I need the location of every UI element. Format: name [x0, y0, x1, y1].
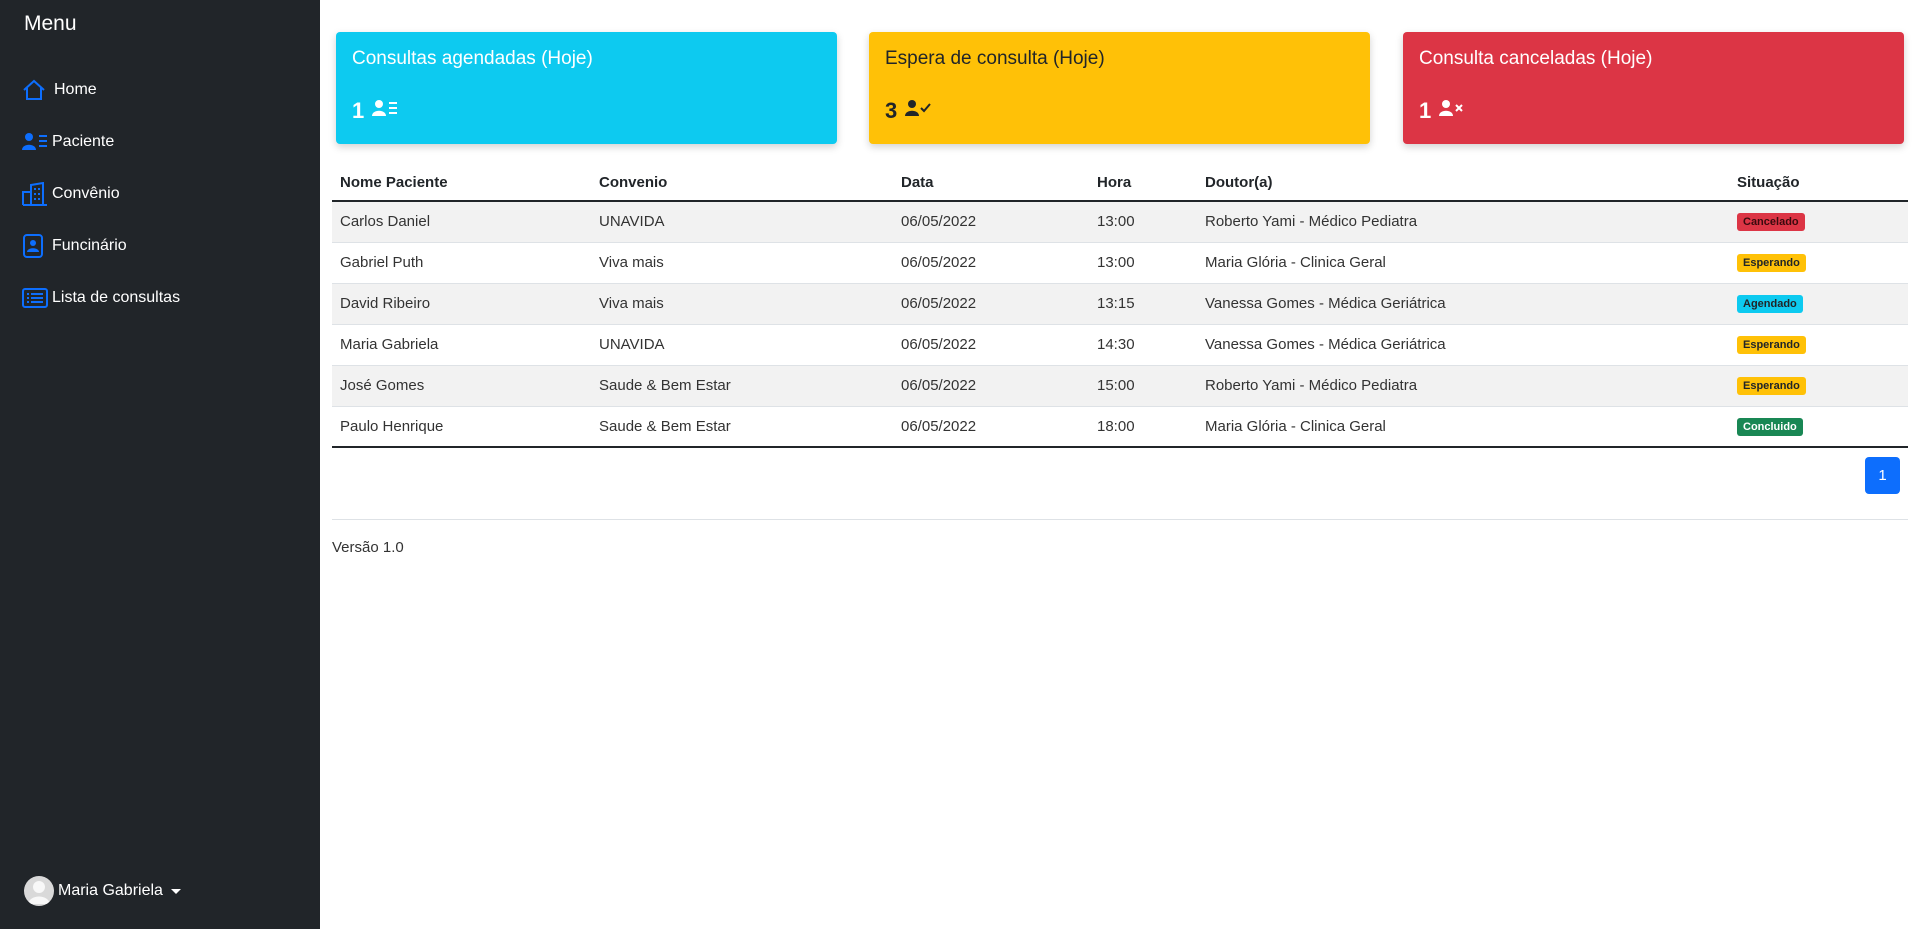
card-count: 3 [885, 98, 898, 123]
table-cell-convenio: Viva mais [591, 242, 893, 284]
status-badge: Esperando [1737, 377, 1806, 395]
table-cell-hora: 13:15 [1089, 283, 1197, 325]
table-cell-hora: 13:00 [1089, 201, 1197, 243]
person-check-icon [897, 98, 932, 124]
table-cell-nome: Maria Gabriela [332, 324, 591, 366]
card-value: 1 [1419, 98, 1465, 124]
caret-down-icon [170, 888, 181, 894]
card-value: 3 [885, 98, 932, 124]
table-cell-doutor: Maria Glória - Clinica Geral [1197, 242, 1729, 284]
person-x-icon [1431, 98, 1465, 124]
sidebar-item-label: Lista de consultas [52, 289, 181, 306]
table-cell-doutor: Roberto Yami - Médico Pediatra [1197, 365, 1729, 407]
table-cell-data: 06/05/2022 [893, 365, 1089, 407]
table-row[interactable]: Gabriel Puth Viva mais 06/05/2022 13:00 Mari… [332, 242, 1908, 284]
card-consulta-canceladas: Consulta canceladas (Hoje) 1 [1403, 32, 1904, 144]
table-cell-data: 06/05/2022 [893, 201, 1089, 243]
table-cell-doutor: Vanessa Gomes - Médica Geriátrica [1197, 324, 1729, 366]
column-header[interactable]: Nome Paciente [332, 164, 591, 202]
sidebar-item-lista-consultas[interactable]: Lista de consultas [22, 272, 180, 324]
sidebar-item-convenio[interactable]: Convênio [22, 168, 180, 220]
consultas-table: Nome Paciente Convenio Data Hora Doutor(… [332, 164, 1908, 448]
table-cell-convenio: Viva mais [591, 283, 893, 325]
card-count: 1 [352, 98, 365, 123]
divider [332, 519, 1908, 520]
sidebar-item-funcionario[interactable]: Funcinário [22, 220, 180, 272]
table-cell-data: 06/05/2022 [893, 242, 1089, 284]
card-consultas-agendadas: Consultas agendadas (Hoje) 1 [336, 32, 837, 144]
column-header[interactable]: Situação [1729, 164, 1908, 202]
table-cell-data: 06/05/2022 [893, 283, 1089, 325]
column-header[interactable]: Doutor(a) [1197, 164, 1729, 202]
table-cell-situacao: Agendado [1729, 283, 1908, 325]
column-header[interactable]: Data [893, 164, 1089, 202]
sidebar-item-paciente[interactable]: Paciente [22, 116, 180, 168]
badge-icon [22, 233, 50, 259]
table-cell-hora: 18:00 [1089, 406, 1197, 448]
table-cell-data: 06/05/2022 [893, 324, 1089, 366]
table-cell-situacao: Esperando [1729, 324, 1908, 366]
table-cell-doutor: Roberto Yami - Médico Pediatra [1197, 201, 1729, 243]
table-cell-convenio: Saude & Bem Estar [591, 406, 893, 448]
table-cell-hora: 14:30 [1089, 324, 1197, 366]
column-header[interactable]: Convenio [591, 164, 893, 202]
table-cell-nome: José Gomes [332, 365, 591, 407]
table-cell-hora: 13:00 [1089, 242, 1197, 284]
table-row[interactable]: Paulo Henrique Saude & Bem Estar 06/05/202… [332, 406, 1908, 448]
menu-title: Menu [24, 12, 77, 35]
list-icon [22, 285, 50, 311]
home-icon [22, 77, 50, 103]
card-value: 1 [352, 98, 398, 124]
user-name: Maria Gabriela [58, 882, 163, 899]
sidebar-item-home[interactable]: Home [22, 64, 180, 116]
sidebar-item-label: Home [54, 81, 97, 98]
table-row[interactable]: Maria Gabriela UNAVIDA 06/05/2022 14:30 Vane… [332, 324, 1908, 366]
pagination-page-button[interactable]: 1 [1865, 457, 1900, 494]
table-row[interactable]: David Ribeiro Viva mais 06/05/2022 13:15 Van… [332, 283, 1908, 325]
person-list-icon [364, 98, 398, 124]
buildings-icon [22, 181, 50, 207]
card-title: Espera de consulta (Hoje) [885, 48, 1105, 69]
table-cell-hora: 15:00 [1089, 365, 1197, 407]
table-row[interactable]: Carlos Daniel UNAVIDA 06/05/2022 13:00 Rober… [332, 201, 1908, 243]
table-cell-nome: Gabriel Puth [332, 242, 591, 284]
table-header-row: Nome Paciente Convenio Data Hora Doutor(… [332, 164, 1908, 202]
user-menu[interactable]: Maria Gabriela [24, 876, 181, 906]
table-cell-nome: David Ribeiro [332, 283, 591, 325]
table-cell-situacao: Esperando [1729, 365, 1908, 407]
sidebar: Menu Home Paciente Convênio Funcinário L… [0, 0, 320, 929]
version-text: Versão 1.0 [332, 539, 404, 556]
card-title: Consulta canceladas (Hoje) [1419, 48, 1653, 69]
table-cell-convenio: UNAVIDA [591, 201, 893, 243]
table-row[interactable]: José Gomes Saude & Bem Estar 06/05/2022 15:… [332, 365, 1908, 407]
table-cell-situacao: Concluido [1729, 406, 1908, 448]
status-badge: Esperando [1737, 336, 1806, 354]
card-espera-consulta: Espera de consulta (Hoje) 3 [869, 32, 1370, 144]
patient-list-icon [22, 129, 50, 155]
column-header[interactable]: Hora [1089, 164, 1197, 202]
sidebar-item-label: Paciente [52, 133, 115, 150]
main-content: Consultas agendadas (Hoje) 1 Espera de c… [320, 0, 1920, 929]
avatar [24, 876, 54, 906]
status-badge: Agendado [1737, 295, 1803, 313]
status-badge: Concluido [1737, 417, 1803, 436]
table-cell-doutor: Maria Glória - Clinica Geral [1197, 406, 1729, 448]
table-cell-situacao: Esperando [1729, 242, 1908, 284]
table-cell-doutor: Vanessa Gomes - Médica Geriátrica [1197, 283, 1729, 325]
sidebar-item-label: Funcinário [52, 237, 127, 254]
table-cell-nome: Carlos Daniel [332, 201, 591, 243]
table-cell-nome: Paulo Henrique [332, 406, 591, 448]
table-cell-convenio: UNAVIDA [591, 324, 893, 366]
card-count: 1 [1419, 98, 1432, 123]
status-badge: Esperando [1737, 254, 1806, 272]
table-cell-data: 06/05/2022 [893, 406, 1089, 448]
table-cell-convenio: Saude & Bem Estar [591, 365, 893, 407]
sidebar-nav: Home Paciente Convênio Funcinário Lista … [22, 64, 180, 324]
status-badge: Cancelado [1737, 213, 1805, 232]
card-title: Consultas agendadas (Hoje) [352, 48, 593, 69]
sidebar-item-label: Convênio [52, 185, 120, 202]
table-cell-situacao: Cancelado [1729, 201, 1908, 243]
